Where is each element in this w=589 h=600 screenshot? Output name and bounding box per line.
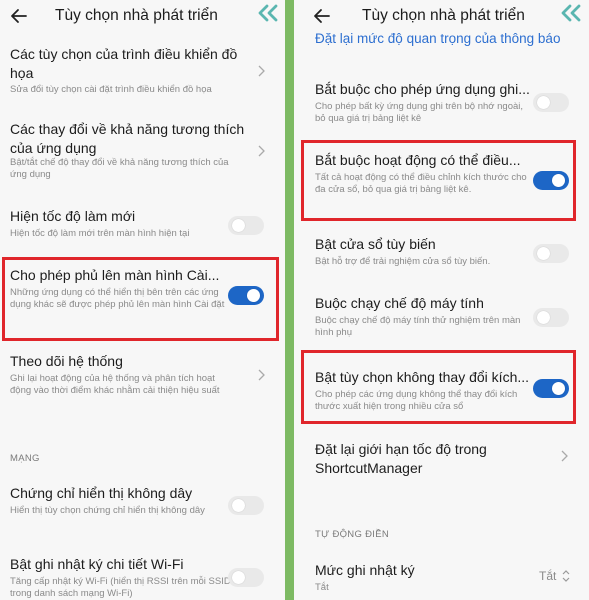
setting-item-force-external-storage[interactable]: Bắt buộc cho phép ứng dụng ghi... Cho ph… bbox=[294, 80, 589, 130]
force-desktop-mode-toggle[interactable] bbox=[533, 308, 569, 327]
up-down-chevron-icon bbox=[562, 570, 570, 582]
setting-item-title: Bật tùy chọn không thay đổi kích... bbox=[315, 369, 530, 385]
setting-item-subtitle: Bật/tắt chế độ thay đổi về khả năng tươn… bbox=[10, 157, 229, 180]
overlay-settings-toggle[interactable] bbox=[228, 286, 264, 305]
setting-item-subtitle: Ghi lại hoạt động của hệ thống và phân t… bbox=[10, 373, 220, 396]
setting-item-title: Các tùy chọn của trình điều khiển đồ họa bbox=[10, 46, 238, 81]
setting-item-title: Cho phép phủ lên màn hình Cài... bbox=[10, 267, 220, 283]
settings-panel-right: Tùy chọn nhà phát triển Đặt lại mức độ q… bbox=[294, 0, 589, 600]
setting-item-freeform-windows[interactable]: Bật cửa sổ tùy biến Bật hỗ trợ để trải n… bbox=[294, 235, 589, 275]
setting-item-subtitle: Tăng cấp nhật ký Wi-Fi (hiển thị RSSI tr… bbox=[10, 576, 231, 599]
chevron-right-icon bbox=[258, 145, 265, 157]
toggle-knob bbox=[552, 382, 565, 395]
setting-item-force-desktop-mode[interactable]: Buộc chạy chế độ máy tính Buộc chạy chế … bbox=[294, 294, 589, 344]
double-chevron-left-icon[interactable] bbox=[257, 4, 279, 22]
refresh-rate-toggle[interactable] bbox=[228, 216, 264, 235]
setting-item-title: Theo dõi hệ thống bbox=[10, 353, 123, 369]
toggle-knob bbox=[552, 174, 565, 187]
setting-item-title: Bắt buộc hoạt động có thể điều... bbox=[315, 152, 521, 168]
top-app-bar: Tùy chọn nhà phát triển bbox=[294, 0, 589, 34]
setting-item-subtitle: Những ứng dụng có thể hiển thị bên trên … bbox=[10, 287, 225, 310]
reset-notification-importance-link[interactable]: Đặt lại mức độ quan trọng của thông báo bbox=[315, 31, 560, 46]
toggle-knob bbox=[232, 571, 245, 584]
toggle-knob bbox=[537, 247, 550, 260]
setting-item-reset-shortcutmanager-rate[interactable]: Đặt lại giới hạn tốc độ trong ShortcutMa… bbox=[294, 440, 589, 480]
back-arrow-icon[interactable] bbox=[10, 8, 28, 24]
setting-item-subtitle: Sửa đổi tùy chọn cài đặt trình điều khiể… bbox=[10, 84, 212, 95]
setting-item-subtitle: Hiện tốc độ làm mới trên màn hình hiện t… bbox=[10, 228, 190, 239]
section-header-network: MẠNG bbox=[10, 453, 40, 464]
toggle-knob bbox=[537, 96, 550, 109]
page-title: Tùy chọn nhà phát triển bbox=[362, 7, 525, 24]
toggle-knob bbox=[232, 499, 245, 512]
non-resizable-multiwindow-toggle[interactable] bbox=[533, 379, 569, 398]
setting-item-logging-level[interactable]: Mức ghi nhật ký Tắt Tắt bbox=[294, 561, 589, 597]
setting-item-non-resizable-multiwindow[interactable]: Bật tùy chọn không thay đổi kích... Cho … bbox=[294, 368, 589, 418]
double-chevron-left-icon[interactable] bbox=[560, 4, 582, 22]
logging-level-value: Tắt bbox=[539, 569, 557, 583]
setting-item-system-tracing[interactable]: Theo dõi hệ thống Ghi lại hoạt động của … bbox=[0, 352, 285, 400]
setting-item-subtitle: Cho phép các ứng dụng không thể thay đổi… bbox=[315, 389, 518, 412]
setting-item-title: Bật cửa sổ tùy biến bbox=[315, 236, 436, 252]
setting-item-subtitle: Tắt bbox=[315, 582, 329, 593]
wireless-display-cert-toggle[interactable] bbox=[228, 496, 264, 515]
setting-item-force-resizable[interactable]: Bắt buộc hoạt động có thể điều... Tất cả… bbox=[294, 151, 589, 211]
setting-item-subtitle: Cho phép bất kỳ ứng dụng ghi trên bộ nhớ… bbox=[315, 101, 524, 124]
wifi-verbose-logging-toggle[interactable] bbox=[228, 568, 264, 587]
setting-item-overlay-settings[interactable]: Cho phép phủ lên màn hình Cài... Những ứ… bbox=[0, 265, 285, 335]
force-external-storage-toggle[interactable] bbox=[533, 93, 569, 112]
setting-item-subtitle: Hiển thị tùy chọn chứng chỉ hiển thị khô… bbox=[10, 505, 205, 516]
section-header-autofill: TỰ ĐỘNG ĐIỀN bbox=[315, 529, 389, 540]
chevron-right-icon bbox=[258, 369, 265, 381]
toggle-knob bbox=[232, 219, 245, 232]
force-resizable-toggle[interactable] bbox=[533, 171, 569, 190]
setting-item-graphics-driver[interactable]: Các tùy chọn của trình điều khiển đồ họa… bbox=[0, 45, 285, 101]
top-app-bar: Tùy chọn nhà phát triển bbox=[0, 0, 285, 34]
chevron-right-icon bbox=[561, 450, 568, 462]
toggle-knob bbox=[247, 289, 260, 302]
setting-item-title: Bật ghi nhật ký chi tiết Wi-Fi bbox=[10, 556, 184, 572]
setting-item-title: Hiện tốc độ làm mới bbox=[10, 208, 136, 224]
toggle-knob bbox=[537, 311, 550, 324]
setting-item-title: Các thay đổi về khả năng tương thích của… bbox=[10, 121, 245, 156]
setting-item-title: Mức ghi nhật ký bbox=[315, 562, 415, 578]
back-arrow-icon[interactable] bbox=[313, 8, 331, 24]
page-title: Tùy chọn nhà phát triển bbox=[55, 7, 218, 24]
setting-item-wireless-display-cert[interactable]: Chứng chỉ hiển thị không dây Hiển thị tù… bbox=[0, 484, 285, 532]
setting-item-subtitle: Buộc chạy chế độ máy tính thử nghiệm trê… bbox=[315, 315, 521, 338]
chevron-right-icon bbox=[258, 65, 265, 77]
setting-item-wifi-verbose-logging[interactable]: Bật ghi nhật ký chi tiết Wi-Fi Tăng cấp … bbox=[0, 555, 285, 600]
setting-item-title: Chứng chỉ hiển thị không dây bbox=[10, 485, 193, 501]
setting-item-app-compat[interactable]: Các thay đổi về khả năng tương thích của… bbox=[0, 120, 285, 180]
setting-item-title: Bắt buộc cho phép ứng dụng ghi... bbox=[315, 81, 530, 97]
setting-item-refresh-rate[interactable]: Hiện tốc độ làm mới Hiện tốc độ làm mới … bbox=[0, 207, 285, 243]
settings-panel-left: Tùy chọn nhà phát triển Các tùy chọn của… bbox=[0, 0, 285, 600]
setting-item-subtitle: Bật hỗ trợ để trải nghiệm cửa sổ tùy biế… bbox=[315, 256, 491, 267]
setting-item-title: Đặt lại giới hạn tốc độ trong ShortcutMa… bbox=[315, 441, 487, 476]
freeform-windows-toggle[interactable] bbox=[533, 244, 569, 263]
setting-item-subtitle: Tất cả hoạt động có thể điều chỉnh kích … bbox=[315, 172, 527, 195]
setting-item-title: Buộc chạy chế độ máy tính bbox=[315, 295, 484, 311]
